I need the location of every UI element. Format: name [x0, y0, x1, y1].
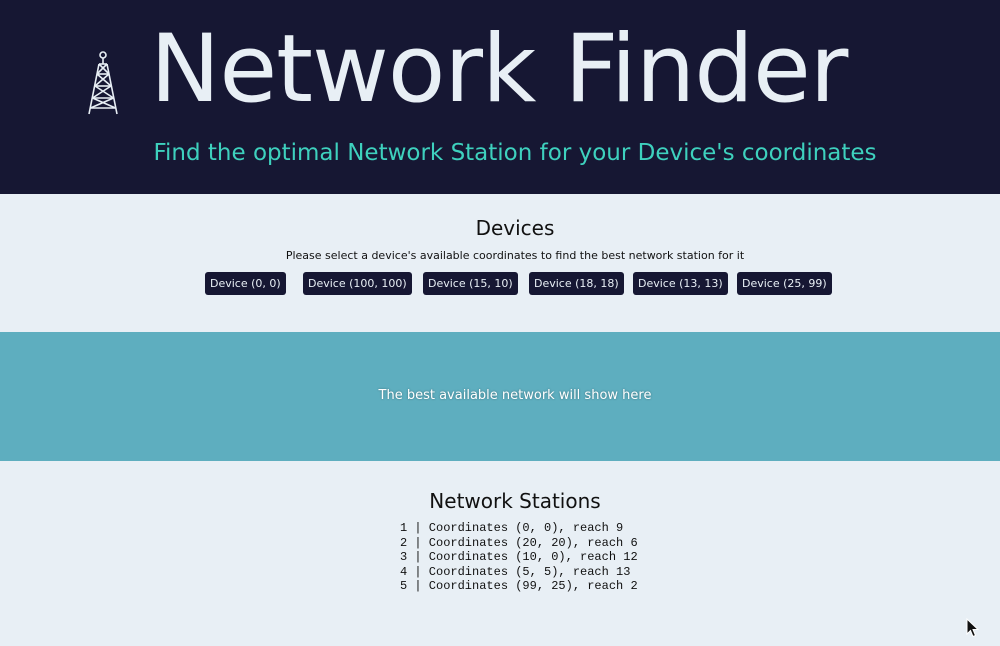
page-title: Network Finder	[150, 15, 848, 124]
device-button-100-100[interactable]: Device (100, 100)	[303, 272, 412, 295]
station-item: 5 | Coordinates (99, 25), reach 2	[400, 579, 638, 593]
page-subtitle: Find the optimal Network Station for you…	[153, 140, 877, 166]
devices-section: Devices Please select a device's availab…	[0, 194, 1000, 332]
stations-section: Network Stations 1 | Coordinates (0, 0),…	[0, 461, 1000, 646]
station-item: 1 | Coordinates (0, 0), reach 9	[400, 521, 624, 535]
title-row: Network Finder	[0, 0, 1000, 140]
result-placeholder: The best available network will show her…	[378, 388, 652, 403]
device-button-25-99[interactable]: Device (25, 99)	[737, 272, 832, 295]
device-button-15-10[interactable]: Device (15, 10)	[423, 272, 518, 295]
station-item: 2 | Coordinates (20, 20), reach 6	[400, 535, 638, 550]
devices-help-text: Please select a device's available coord…	[285, 249, 745, 262]
mouse-cursor-icon	[966, 618, 980, 638]
device-button-13-13[interactable]: Device (13, 13)	[633, 272, 728, 295]
radio-tower-icon	[88, 51, 118, 115]
devices-heading: Devices	[475, 216, 555, 240]
station-item: 4 | Coordinates (5, 5), reach 13	[400, 564, 631, 579]
device-button-0-0[interactable]: Device (0, 0)	[205, 272, 286, 295]
page-header: Network Finder Find the optimal Network …	[0, 0, 1000, 194]
station-list: 1 | Coordinates (0, 0), reach 9 2 | Coor…	[400, 521, 638, 594]
device-button-18-18[interactable]: Device (18, 18)	[529, 272, 624, 295]
result-panel: The best available network will show her…	[0, 332, 1000, 461]
station-item: 3 | Coordinates (10, 0), reach 12	[400, 550, 638, 564]
stations-heading: Network Stations	[429, 489, 601, 513]
